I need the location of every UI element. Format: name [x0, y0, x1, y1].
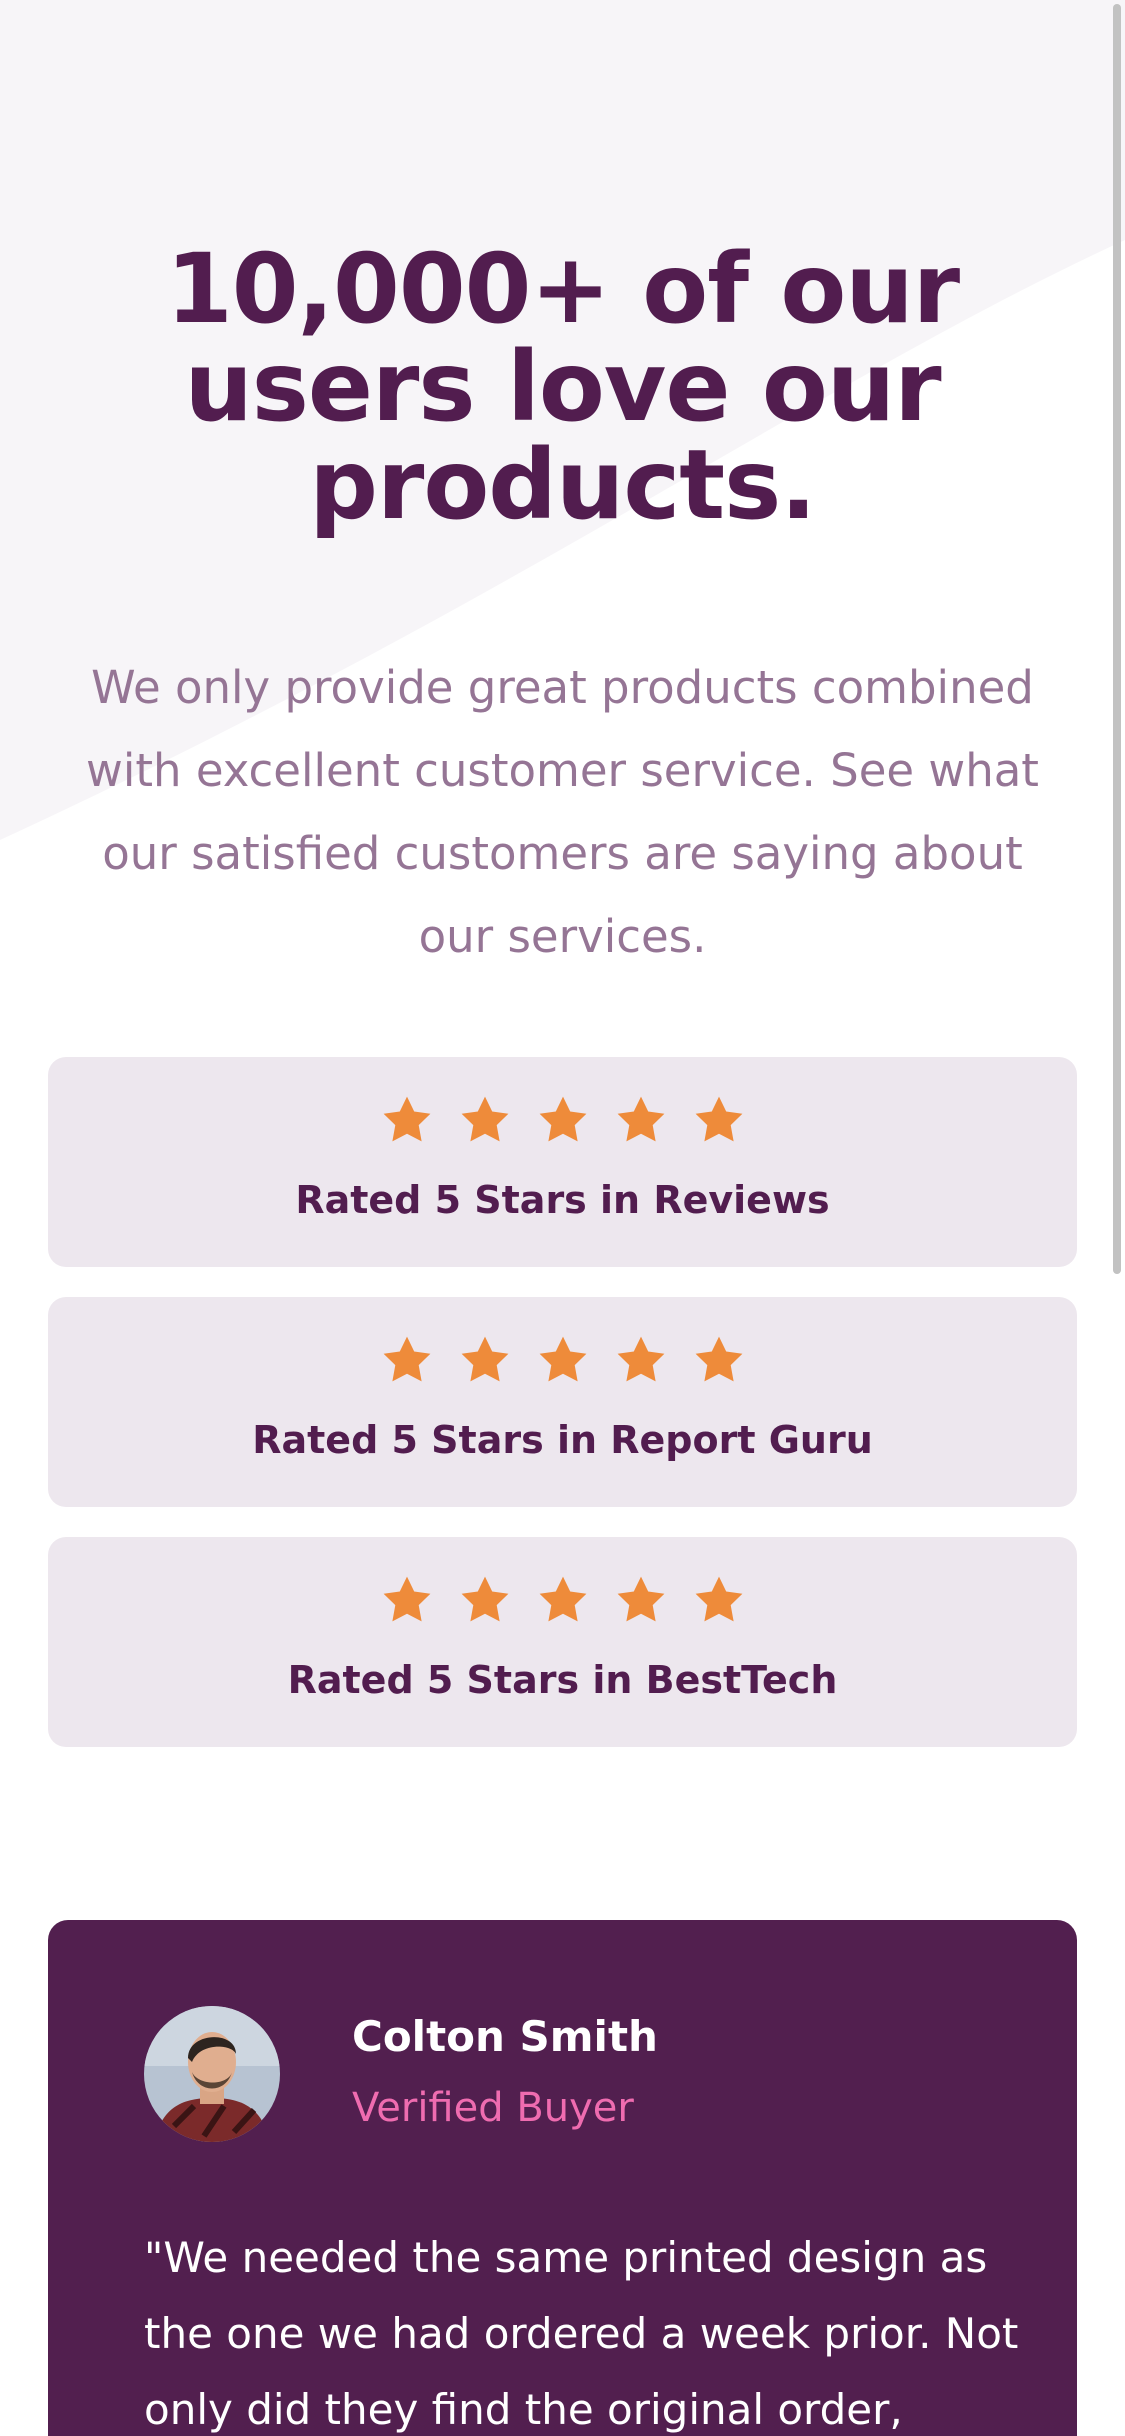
- star-icon: [617, 1336, 664, 1382]
- rating-label: Rated 5 Stars in Reviews: [295, 1178, 830, 1222]
- star-icon: [461, 1576, 508, 1622]
- star-icon: [383, 1096, 430, 1142]
- avatar-image: [144, 2006, 280, 2142]
- reviewer-name: Colton Smith: [352, 2012, 658, 2061]
- star-icon: [617, 1096, 664, 1142]
- reviewer-badge: Verified Buyer: [352, 2085, 634, 2131]
- star-rating: [48, 1333, 1077, 1389]
- star-icon: [695, 1576, 742, 1622]
- star-icon: [617, 1576, 664, 1622]
- intro-text: We only provide great products combined …: [86, 661, 1039, 963]
- rating-card-reviews: Rated 5 Stars in Reviews: [48, 1057, 1077, 1267]
- star-icon: [695, 1096, 742, 1142]
- testimonial-card: Colton Smith Verified Buyer "We needed t…: [48, 1920, 1077, 2436]
- star-icon: [539, 1336, 586, 1382]
- star-icon: [461, 1336, 508, 1382]
- rating-card-besttech: Rated 5 Stars in BestTech: [48, 1537, 1077, 1747]
- star-icon: [695, 1336, 742, 1382]
- scrollbar[interactable]: [1109, 0, 1125, 2436]
- rating-label: Rated 5 Stars in Report Guru: [252, 1418, 873, 1462]
- star-rating: [48, 1573, 1077, 1629]
- star-icon: [461, 1096, 508, 1142]
- star-icon: [539, 1576, 586, 1622]
- rating-card-report-guru: Rated 5 Stars in Report Guru: [48, 1297, 1077, 1507]
- avatar: [144, 2006, 280, 2142]
- star-icon: [383, 1576, 430, 1622]
- star-rating: [48, 1093, 1077, 1149]
- page-title: 10,000+ of our users love our products.: [165, 233, 960, 541]
- star-icon: [383, 1336, 430, 1382]
- star-icon: [539, 1096, 586, 1142]
- rating-label: Rated 5 Stars in BestTech: [287, 1658, 838, 1702]
- scrollbar-thumb[interactable]: [1113, 4, 1121, 1274]
- testimonial-quote: "We needed the same printed design as th…: [144, 2233, 1019, 2434]
- page: 10,000+ of our users love our products. …: [0, 0, 1125, 2436]
